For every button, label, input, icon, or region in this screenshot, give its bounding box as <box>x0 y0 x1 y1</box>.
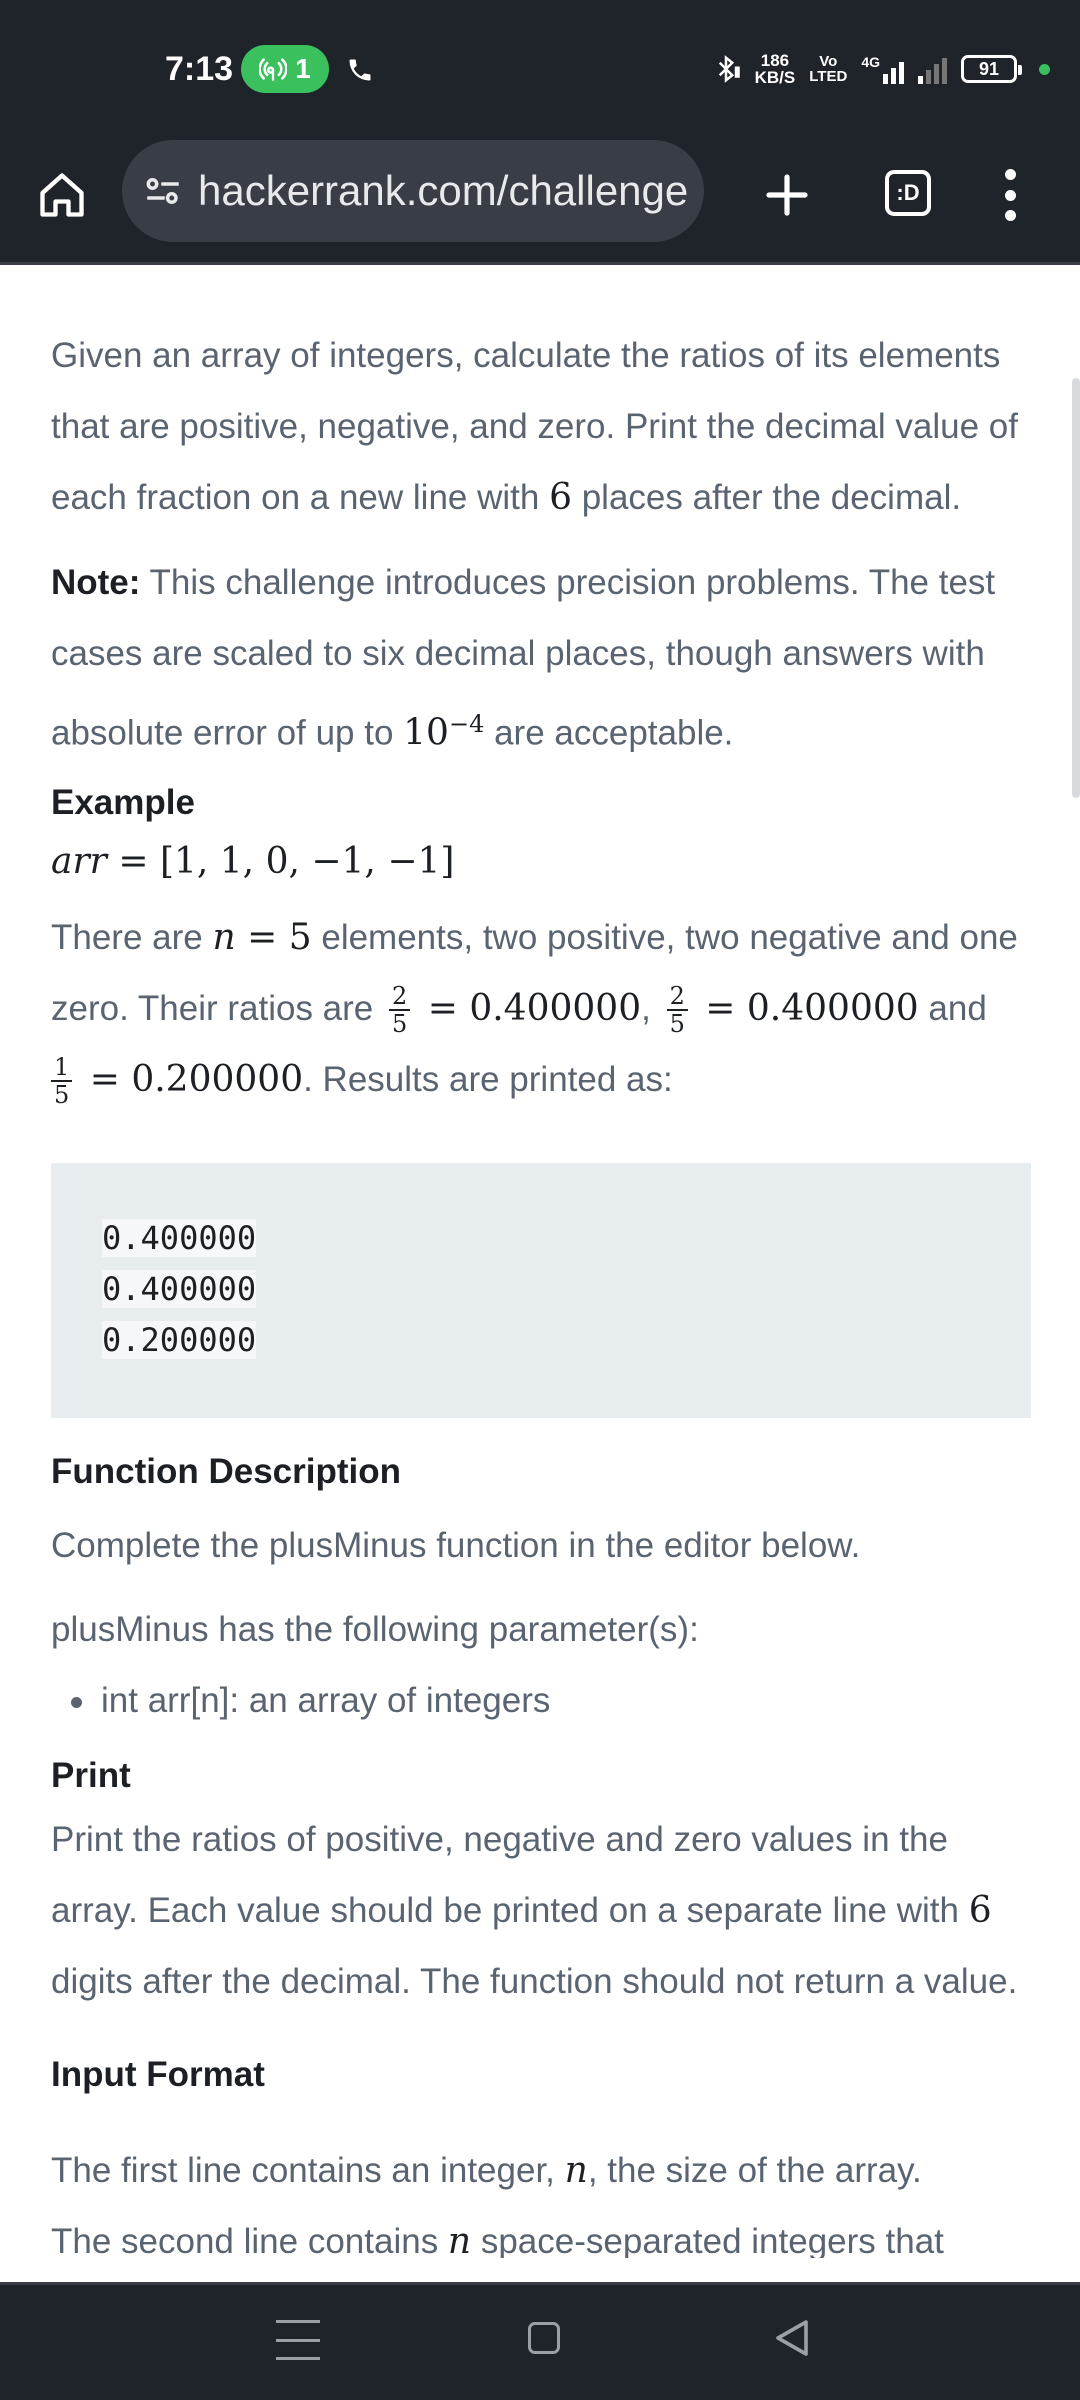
status-time: 7:13 <box>165 50 234 88</box>
status-right: 186 KB/S Vo LTED 4G 91 <box>711 52 1050 86</box>
home-icon[interactable] <box>30 163 94 227</box>
url-text[interactable]: hackerrank.com/challenge <box>198 167 688 215</box>
input-format-line-2: The second line contains n space-separat… <box>51 2220 944 2258</box>
square-icon[interactable] <box>528 2322 560 2354</box>
url-bar[interactable]: hackerrank.com/challenge <box>122 140 704 242</box>
print-heading: Print <box>51 1755 131 1795</box>
system-nav-bar <box>0 2285 1080 2400</box>
tune-icon[interactable] <box>142 170 184 212</box>
browser-toolbar: hackerrank.com/challenge :D <box>0 135 1080 265</box>
fraction-c: 15 <box>51 1054 73 1108</box>
function-parameters-intro: plusMinus has the following parameter(s)… <box>51 1609 699 1649</box>
call-icon <box>346 56 374 89</box>
status-bar: 7:13 1 186 KB/S Vo LTED 4G 91 <box>0 0 1080 135</box>
scrollbar[interactable] <box>1072 378 1080 798</box>
network-speed: 186 KB/S <box>754 51 796 87</box>
fraction-b: 25 <box>666 983 688 1037</box>
hotspot-count: 1 <box>295 53 311 84</box>
code-line: 0.400000 <box>102 1269 257 1308</box>
privacy-dot <box>1039 63 1050 75</box>
hotspot-icon <box>259 58 288 81</box>
tab-switcher-button[interactable]: :D <box>885 170 931 216</box>
signal-icon <box>918 54 947 84</box>
fraction-a: 25 <box>389 983 411 1037</box>
bluetooth-icon <box>718 55 740 83</box>
volte-indicator: Vo LTED <box>809 53 848 85</box>
menu-icon[interactable] <box>276 2320 320 2360</box>
print-paragraph: Print the ratios of positive, negative a… <box>51 1819 1018 2001</box>
battery-icon: 91 <box>961 55 1022 83</box>
example-explanation: There are n = 5 elements, two positive, … <box>51 916 1018 1110</box>
hotspot-badge[interactable]: 1 <box>241 45 329 93</box>
example-array: arr = [1, 1, 0, −1, −1] <box>51 840 455 882</box>
input-format-line-1: The first line contains an integer, n, t… <box>51 2149 922 2191</box>
parameter-list: int arr[n]: an array of integers <box>51 1665 1031 1736</box>
code-line: 0.400000 <box>102 1218 257 1257</box>
more-vert-icon[interactable] <box>990 165 1030 225</box>
function-description-text: Complete the plusMinus function in the e… <box>51 1525 861 1565</box>
example-heading: Example <box>51 782 195 822</box>
function-description-heading: Function Description <box>51 1451 401 1491</box>
parameter-item: int arr[n]: an array of integers <box>51 1665 1031 1736</box>
signal-4g: 4G <box>861 54 904 84</box>
output-code-block: 0.400000 0.400000 0.200000 <box>51 1162 1031 1418</box>
note-paragraph: Note: This challenge introduces precisio… <box>51 563 996 754</box>
challenge-content: Given an array of integers, calculate th… <box>0 268 1080 2258</box>
back-triangle-icon[interactable] <box>774 2318 810 2363</box>
plus-icon[interactable] <box>752 160 822 230</box>
code-line: 0.200000 <box>102 1320 257 1359</box>
note-label: Note: <box>51 563 141 602</box>
input-format-heading: Input Format <box>51 2054 265 2094</box>
intro-paragraph: Given an array of integers, calculate th… <box>51 336 1018 518</box>
